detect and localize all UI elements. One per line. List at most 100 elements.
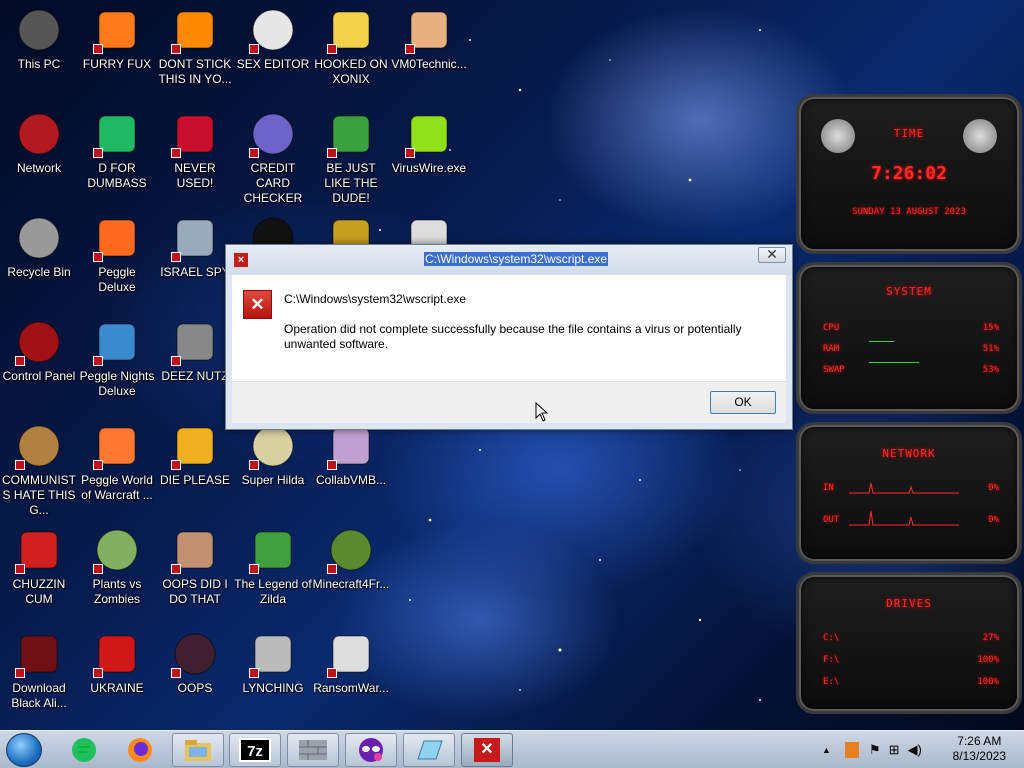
- desktop-icon-label: DEEZ NUTZ: [161, 369, 229, 383]
- desktop-icon-label: SEX EDITOR: [236, 57, 310, 71]
- system-widget: SYSTEM CPU 15% RAM 51% SWAP 53%: [796, 262, 1022, 414]
- de-icon: [171, 422, 219, 470]
- taskbar-chat-app[interactable]: [58, 733, 110, 767]
- time-widget: TIME 7:26:02 SUNDAY 13 AUGUST 2023: [796, 94, 1022, 254]
- shortcut-arrow-icon: [93, 668, 103, 678]
- desktop-icon[interactable]: CollabVMB...: [312, 422, 390, 488]
- desktop-icon[interactable]: CHUZZIN CUM: [0, 526, 78, 607]
- peggle-wow-icon: [93, 422, 141, 470]
- shortcut-arrow-icon: [171, 460, 181, 470]
- desktop-icon[interactable]: BE JUST LIKE THE DUDE!: [312, 110, 390, 206]
- desktop-icon[interactable]: DONT STICK THIS IN YO...: [156, 6, 234, 87]
- shortcut-arrow-icon: [15, 668, 25, 678]
- desktop-icon[interactable]: Peggle Nights Deluxe: [78, 318, 156, 399]
- shortcut-arrow-icon: [405, 148, 415, 158]
- taskbar-error-window[interactable]: ✕: [461, 733, 513, 767]
- volume-icon[interactable]: ◀): [907, 742, 921, 758]
- desktop-icon[interactable]: Super Hilda: [234, 422, 312, 488]
- desktop-icon-label: CHUZZIN CUM: [12, 577, 66, 606]
- taskbar-notepad-app[interactable]: [403, 733, 455, 767]
- desktop-icon-label: This PC: [17, 57, 61, 71]
- dialog-titlebar[interactable]: × C:\Windows\system32\wscript.exe ✕: [226, 245, 792, 275]
- error-icon: ✕: [243, 290, 272, 319]
- desktop-icon[interactable]: LYNCHING: [234, 630, 312, 696]
- peggle-nights-icon: [93, 318, 141, 366]
- network-computer-icon: [171, 214, 219, 262]
- desktop-icon-label: Peggle Deluxe: [98, 265, 136, 294]
- desktop-icon[interactable]: RansomWar...: [312, 630, 390, 696]
- desktop-icon[interactable]: OOPS: [156, 630, 234, 696]
- dialog-title: C:\Windows\system32\wscript.exe: [424, 252, 609, 266]
- desktop-icon[interactable]: HOOKED ON XONIX: [312, 6, 390, 87]
- lime-icon: [405, 110, 453, 158]
- taskbar-7zip[interactable]: 7z: [229, 733, 281, 767]
- desktop-icon[interactable]: DEEZ NUTZ: [156, 318, 234, 384]
- desktop-icon-label: Control Panel: [2, 369, 76, 383]
- time-widget-title: TIME: [893, 127, 925, 140]
- dialog-body: ✕ C:\Windows\system32\wscript.exe Operat…: [232, 275, 786, 381]
- desktop-icon-label: DIE PLEASE: [159, 473, 231, 487]
- taskbar-date: 8/13/2023: [952, 749, 1006, 763]
- shortcut-arrow-icon: [171, 252, 181, 262]
- dialog-close-button[interactable]: ✕: [758, 247, 786, 263]
- desktop-icon-label: CREDIT CARD CHECKER: [243, 161, 303, 205]
- desktop-icon[interactable]: The Legend of Zilda: [234, 526, 312, 607]
- start-button[interactable]: [6, 733, 42, 767]
- desktop-icon[interactable]: Plants vs Zombies: [78, 526, 156, 607]
- action-center-flag-icon[interactable]: ⚑: [869, 742, 881, 758]
- taskbar-file-explorer[interactable]: [172, 733, 224, 767]
- desktop-icon-label: CollabVMB...: [315, 473, 387, 487]
- desktop-icon[interactable]: This PC: [0, 6, 78, 72]
- shortcut-arrow-icon: [171, 564, 181, 574]
- desktop-icon[interactable]: Control Panel: [0, 318, 78, 384]
- desktop-icon[interactable]: ISRAEL SPY: [156, 214, 234, 280]
- notepad-icon: [417, 740, 443, 760]
- desktop-icon[interactable]: FURRY FUX: [78, 6, 156, 72]
- taskbar-firefox[interactable]: [114, 733, 166, 767]
- desktop-icon[interactable]: Download Black Ali...: [0, 630, 78, 711]
- widget-date: SUNDAY 13 AUGUST 2023: [852, 207, 966, 217]
- recycle-bin-icon: [15, 214, 63, 262]
- shortcut-arrow-icon: [171, 668, 181, 678]
- shortcut-arrow-icon: [15, 356, 25, 366]
- taskbar-mask-app[interactable]: [345, 733, 397, 767]
- desktop-icon[interactable]: CREDIT CARD CHECKER: [234, 110, 312, 206]
- hxd-editor-icon: [249, 6, 297, 54]
- desktop-icon[interactable]: UKRAINE: [78, 630, 156, 696]
- taskbar-wall-app[interactable]: [287, 733, 339, 767]
- shortcut-arrow-icon: [15, 564, 25, 574]
- ram-label: RAM: [823, 344, 840, 354]
- desktop-icon[interactable]: VM0Technic...: [390, 6, 468, 72]
- desktop-icon[interactable]: COMMUNISTS HATE THIS G...: [0, 422, 78, 518]
- desktop-icon[interactable]: VirusWire.exe: [390, 110, 468, 176]
- desktop-icon[interactable]: Peggle Deluxe: [78, 214, 156, 295]
- tray-app-icon[interactable]: [844, 742, 859, 758]
- desktop-icon[interactable]: NEVER USED!: [156, 110, 234, 191]
- net-in-value: 0%: [988, 483, 999, 493]
- ram-graph-line: [869, 341, 894, 342]
- shortcut-arrow-icon: [327, 148, 337, 158]
- desktop-icon[interactable]: D FOR DUMBASS: [78, 110, 156, 191]
- shortcut-arrow-icon: [171, 356, 181, 366]
- desktop-icon[interactable]: Minecraft4Fr...: [312, 526, 390, 592]
- computer-icon: [15, 6, 63, 54]
- ok-button[interactable]: OK: [710, 391, 776, 414]
- desktop-icon[interactable]: Peggle World of Warcraft ...: [78, 422, 156, 503]
- peggle-icon: [93, 214, 141, 262]
- network-status-icon[interactable]: ⊞: [889, 742, 900, 758]
- desktop-icon[interactable]: Recycle Bin: [0, 214, 78, 280]
- desktop-icon[interactable]: OOPS DID I DO THAT: [156, 526, 234, 607]
- dialog-footer: OK: [232, 381, 786, 423]
- desktop-icon[interactable]: SEX EDITOR: [234, 6, 312, 72]
- drives-widget: DRIVES C:\ 27% F:\ 100% E:\ 100%: [796, 572, 1022, 714]
- shortcut-arrow-icon: [93, 460, 103, 470]
- wall-icon: [299, 740, 327, 760]
- desktop-icon[interactable]: Network: [0, 110, 78, 176]
- drive-f-label: F:\: [823, 655, 840, 665]
- taskbar-clock[interactable]: 7:26 AM 8/13/2023: [953, 734, 1006, 764]
- show-hidden-icons-icon[interactable]: ▲: [822, 745, 831, 755]
- dev-cpp-icon: [171, 110, 219, 158]
- network-widget: NETWORK IN 0% OUT 0%: [796, 422, 1022, 564]
- desktop-icon[interactable]: DIE PLEASE: [156, 422, 234, 488]
- desktop-icon-label: BE JUST LIKE THE DUDE!: [324, 161, 378, 205]
